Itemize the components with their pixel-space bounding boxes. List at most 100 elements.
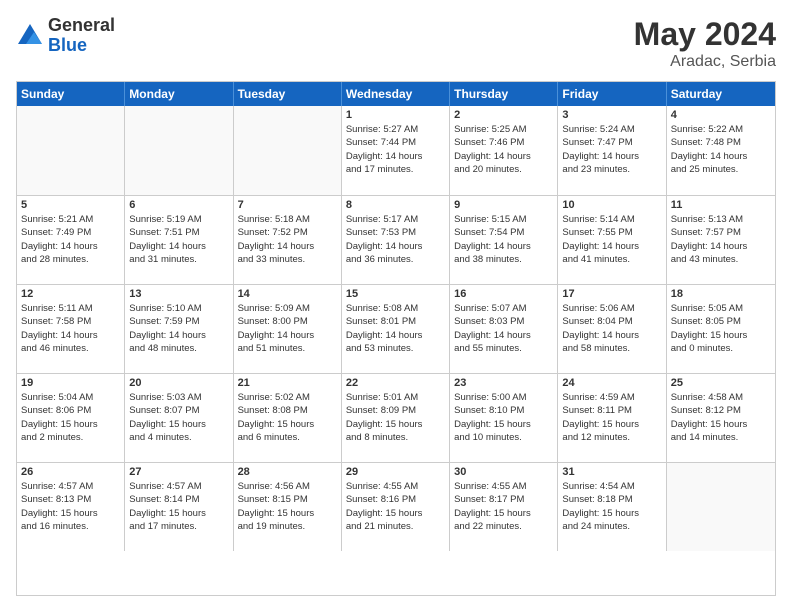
cell-info: Sunrise: 5:19 AM Sunset: 7:51 PM Dayligh…	[129, 213, 228, 266]
day-number: 9	[454, 199, 553, 211]
cell-info: Sunrise: 5:15 AM Sunset: 7:54 PM Dayligh…	[454, 213, 553, 266]
weekday-header: Sunday	[17, 82, 125, 106]
day-number: 1	[346, 109, 445, 121]
calendar-cell	[667, 463, 775, 551]
cell-info: Sunrise: 5:21 AM Sunset: 7:49 PM Dayligh…	[21, 213, 120, 266]
calendar-cell: 28 Sunrise: 4:56 AM Sunset: 8:15 PM Dayli…	[234, 463, 342, 551]
calendar-cell: 8 Sunrise: 5:17 AM Sunset: 7:53 PM Daylig…	[342, 196, 450, 284]
calendar-row: 12 Sunrise: 5:11 AM Sunset: 7:58 PM Dayli…	[17, 284, 775, 373]
cell-info: Sunrise: 5:17 AM Sunset: 7:53 PM Dayligh…	[346, 213, 445, 266]
day-number: 18	[671, 288, 771, 300]
cell-info: Sunrise: 5:00 AM Sunset: 8:10 PM Dayligh…	[454, 391, 553, 444]
calendar-cell: 11 Sunrise: 5:13 AM Sunset: 7:57 PM Dayli…	[667, 196, 775, 284]
calendar-cell: 31 Sunrise: 4:54 AM Sunset: 8:18 PM Dayli…	[558, 463, 666, 551]
day-number: 16	[454, 288, 553, 300]
cell-info: Sunrise: 5:24 AM Sunset: 7:47 PM Dayligh…	[562, 123, 661, 176]
day-number: 14	[238, 288, 337, 300]
day-number: 4	[671, 109, 771, 121]
weekday-header: Wednesday	[342, 82, 450, 106]
calendar-cell: 30 Sunrise: 4:55 AM Sunset: 8:17 PM Dayli…	[450, 463, 558, 551]
day-number: 27	[129, 466, 228, 478]
day-number: 19	[21, 377, 120, 389]
day-number: 21	[238, 377, 337, 389]
calendar-row: 1Sunrise: 5:27 AM Sunset: 7:44 PM Daylig…	[17, 106, 775, 195]
calendar: SundayMondayTuesdayWednesdayThursdayFrid…	[16, 81, 776, 596]
weekday-header: Friday	[558, 82, 666, 106]
day-number: 28	[238, 466, 337, 478]
cell-info: Sunrise: 5:08 AM Sunset: 8:01 PM Dayligh…	[346, 302, 445, 355]
calendar-cell: 10Sunrise: 5:14 AM Sunset: 7:55 PM Dayli…	[558, 196, 666, 284]
day-number: 10	[562, 199, 661, 211]
calendar-row: 19 Sunrise: 5:04 AM Sunset: 8:06 PM Dayli…	[17, 373, 775, 462]
cell-info: Sunrise: 5:07 AM Sunset: 8:03 PM Dayligh…	[454, 302, 553, 355]
cell-info: Sunrise: 4:59 AM Sunset: 8:11 PM Dayligh…	[562, 391, 661, 444]
day-number: 8	[346, 199, 445, 211]
weekday-header: Monday	[125, 82, 233, 106]
calendar-cell: 6 Sunrise: 5:19 AM Sunset: 7:51 PM Daylig…	[125, 196, 233, 284]
calendar-cell: 1Sunrise: 5:27 AM Sunset: 7:44 PM Daylig…	[342, 106, 450, 195]
calendar-cell: 16 Sunrise: 5:07 AM Sunset: 8:03 PM Dayli…	[450, 285, 558, 373]
day-number: 15	[346, 288, 445, 300]
calendar-cell: 2Sunrise: 5:25 AM Sunset: 7:46 PM Daylig…	[450, 106, 558, 195]
calendar-cell	[125, 106, 233, 195]
calendar-header: SundayMondayTuesdayWednesdayThursdayFrid…	[17, 82, 775, 106]
calendar-cell: 20 Sunrise: 5:03 AM Sunset: 8:07 PM Dayli…	[125, 374, 233, 462]
calendar-cell: 23 Sunrise: 5:00 AM Sunset: 8:10 PM Dayli…	[450, 374, 558, 462]
day-number: 3	[562, 109, 661, 121]
title-section: May 2024 Aradac, Serbia	[634, 16, 776, 71]
logo: General Blue	[16, 16, 115, 56]
cell-info: Sunrise: 5:03 AM Sunset: 8:07 PM Dayligh…	[129, 391, 228, 444]
calendar-cell: 9 Sunrise: 5:15 AM Sunset: 7:54 PM Daylig…	[450, 196, 558, 284]
day-number: 29	[346, 466, 445, 478]
cell-info: Sunrise: 5:13 AM Sunset: 7:57 PM Dayligh…	[671, 213, 771, 266]
page: General Blue May 2024 Aradac, Serbia Sun…	[0, 0, 792, 612]
cell-info: Sunrise: 4:56 AM Sunset: 8:15 PM Dayligh…	[238, 480, 337, 533]
cell-info: Sunrise: 4:55 AM Sunset: 8:17 PM Dayligh…	[454, 480, 553, 533]
cell-info: Sunrise: 5:05 AM Sunset: 8:05 PM Dayligh…	[671, 302, 771, 355]
day-number: 25	[671, 377, 771, 389]
cell-info: Sunrise: 4:58 AM Sunset: 8:12 PM Dayligh…	[671, 391, 771, 444]
calendar-cell: 22Sunrise: 5:01 AM Sunset: 8:09 PM Dayli…	[342, 374, 450, 462]
day-number: 31	[562, 466, 661, 478]
calendar-row: 26Sunrise: 4:57 AM Sunset: 8:13 PM Dayli…	[17, 462, 775, 551]
calendar-cell: 29Sunrise: 4:55 AM Sunset: 8:16 PM Dayli…	[342, 463, 450, 551]
calendar-cell: 15 Sunrise: 5:08 AM Sunset: 8:01 PM Dayli…	[342, 285, 450, 373]
cell-info: Sunrise: 5:09 AM Sunset: 8:00 PM Dayligh…	[238, 302, 337, 355]
calendar-cell: 27 Sunrise: 4:57 AM Sunset: 8:14 PM Dayli…	[125, 463, 233, 551]
calendar-cell: 19 Sunrise: 5:04 AM Sunset: 8:06 PM Dayli…	[17, 374, 125, 462]
logo-icon	[16, 22, 44, 50]
day-number: 7	[238, 199, 337, 211]
calendar-cell: 13Sunrise: 5:10 AM Sunset: 7:59 PM Dayli…	[125, 285, 233, 373]
cell-info: Sunrise: 5:11 AM Sunset: 7:58 PM Dayligh…	[21, 302, 120, 355]
header: General Blue May 2024 Aradac, Serbia	[16, 16, 776, 71]
day-number: 22	[346, 377, 445, 389]
calendar-row: 5 Sunrise: 5:21 AM Sunset: 7:49 PM Daylig…	[17, 195, 775, 284]
cell-info: Sunrise: 5:04 AM Sunset: 8:06 PM Dayligh…	[21, 391, 120, 444]
day-number: 30	[454, 466, 553, 478]
month-year: May 2024	[634, 16, 776, 53]
cell-info: Sunrise: 4:57 AM Sunset: 8:13 PM Dayligh…	[21, 480, 120, 533]
calendar-cell: 3 Sunrise: 5:24 AM Sunset: 7:47 PM Daylig…	[558, 106, 666, 195]
day-number: 11	[671, 199, 771, 211]
calendar-cell: 18 Sunrise: 5:05 AM Sunset: 8:05 PM Dayli…	[667, 285, 775, 373]
logo-general: General	[48, 16, 115, 36]
day-number: 23	[454, 377, 553, 389]
cell-info: Sunrise: 4:57 AM Sunset: 8:14 PM Dayligh…	[129, 480, 228, 533]
location: Aradac, Serbia	[634, 53, 776, 71]
calendar-cell: 25 Sunrise: 4:58 AM Sunset: 8:12 PM Dayli…	[667, 374, 775, 462]
logo-blue: Blue	[48, 36, 115, 56]
calendar-cell: 14 Sunrise: 5:09 AM Sunset: 8:00 PM Dayli…	[234, 285, 342, 373]
cell-info: Sunrise: 5:06 AM Sunset: 8:04 PM Dayligh…	[562, 302, 661, 355]
cell-info: Sunrise: 5:18 AM Sunset: 7:52 PM Dayligh…	[238, 213, 337, 266]
calendar-cell: 12 Sunrise: 5:11 AM Sunset: 7:58 PM Dayli…	[17, 285, 125, 373]
day-number: 6	[129, 199, 228, 211]
calendar-cell	[234, 106, 342, 195]
day-number: 5	[21, 199, 120, 211]
cell-info: Sunrise: 5:22 AM Sunset: 7:48 PM Dayligh…	[671, 123, 771, 176]
calendar-cell: 7 Sunrise: 5:18 AM Sunset: 7:52 PM Daylig…	[234, 196, 342, 284]
cell-info: Sunrise: 5:25 AM Sunset: 7:46 PM Dayligh…	[454, 123, 553, 176]
day-number: 20	[129, 377, 228, 389]
cell-info: Sunrise: 4:54 AM Sunset: 8:18 PM Dayligh…	[562, 480, 661, 533]
cell-info: Sunrise: 5:10 AM Sunset: 7:59 PM Dayligh…	[129, 302, 228, 355]
day-number: 12	[21, 288, 120, 300]
